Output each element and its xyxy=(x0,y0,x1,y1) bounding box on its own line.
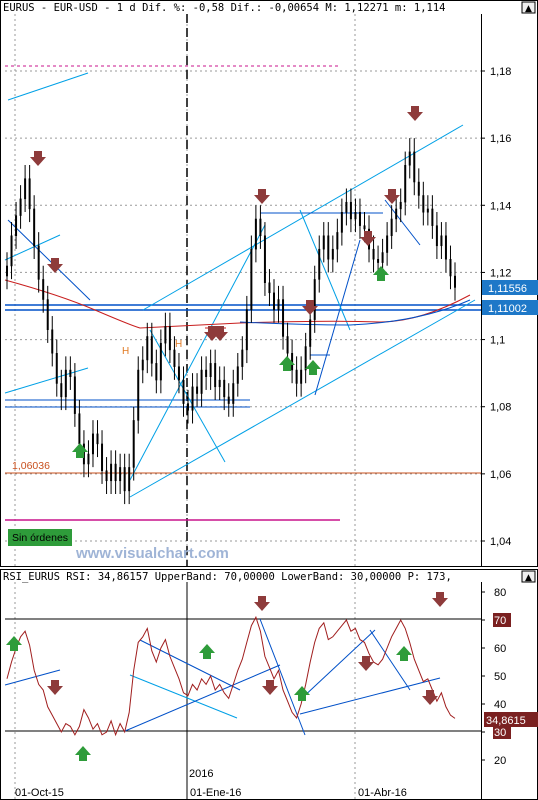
rsi-band-tag-upper: 70 xyxy=(493,613,511,627)
rsi-tick-label: 80 xyxy=(494,587,506,599)
price-tick-label: 1,06 xyxy=(490,469,511,481)
svg-text:30: 30 xyxy=(494,727,506,739)
rsi-header: RSI_EURUS RSI: 34,86157 UpperBand: 70,00… xyxy=(3,571,452,583)
date-label: 01-Oct-15 xyxy=(15,787,64,799)
pattern-label-right: H xyxy=(175,339,182,350)
svg-text:34,8615: 34,8615 xyxy=(486,715,526,727)
price-tick-label: 1,08 xyxy=(490,402,511,414)
rsi-value-tag: 34,8615 xyxy=(484,712,538,727)
pattern-label-left: H xyxy=(122,346,129,357)
rsi-tick-label: 50 xyxy=(494,671,506,683)
watermark: www.visualchart.com xyxy=(75,545,229,562)
price-tag-1: 1,11556 xyxy=(482,280,538,295)
caret-up-icon: ▲ xyxy=(525,4,532,14)
price-tick-label: 1,18 xyxy=(490,66,511,78)
price-tick-label: 1,04 xyxy=(490,536,511,548)
support-label: 1,06036 xyxy=(12,460,50,472)
date-label: 01-Abr-16 xyxy=(358,787,407,799)
chart-canvas: EURUS - EUR-USD - 1 d Dif. %: -0,58 Dif.… xyxy=(0,0,538,800)
price-tick-label: 1,1 xyxy=(490,335,505,347)
price-tag-2: 1,11002 xyxy=(482,300,538,315)
svg-text:70: 70 xyxy=(494,615,506,627)
price-tick-label: 1,16 xyxy=(490,133,511,145)
price-header: EURUS - EUR-USD - 1 d Dif. %: -0,58 Dif.… xyxy=(3,2,446,14)
price-tick-label: 1,14 xyxy=(490,200,511,212)
svg-text:Sin órdenes: Sin órdenes xyxy=(12,532,68,544)
date-label: 01-Ene-16 xyxy=(190,787,241,799)
svg-text:1,11002: 1,11002 xyxy=(488,303,527,315)
year-label: 2016 xyxy=(189,768,213,780)
rsi-tick-label: 40 xyxy=(494,699,506,711)
caret-up-icon: ▲ xyxy=(525,573,532,583)
orders-badge[interactable]: Sin órdenes xyxy=(8,529,72,546)
rsi-tick-label: 20 xyxy=(494,755,506,767)
svg-text:1,11556: 1,11556 xyxy=(488,283,527,295)
rsi-tick-label: 60 xyxy=(494,643,506,655)
rsi-band-tag-lower: 30 xyxy=(493,725,511,739)
price-tick-label: 1,12 xyxy=(490,267,511,279)
